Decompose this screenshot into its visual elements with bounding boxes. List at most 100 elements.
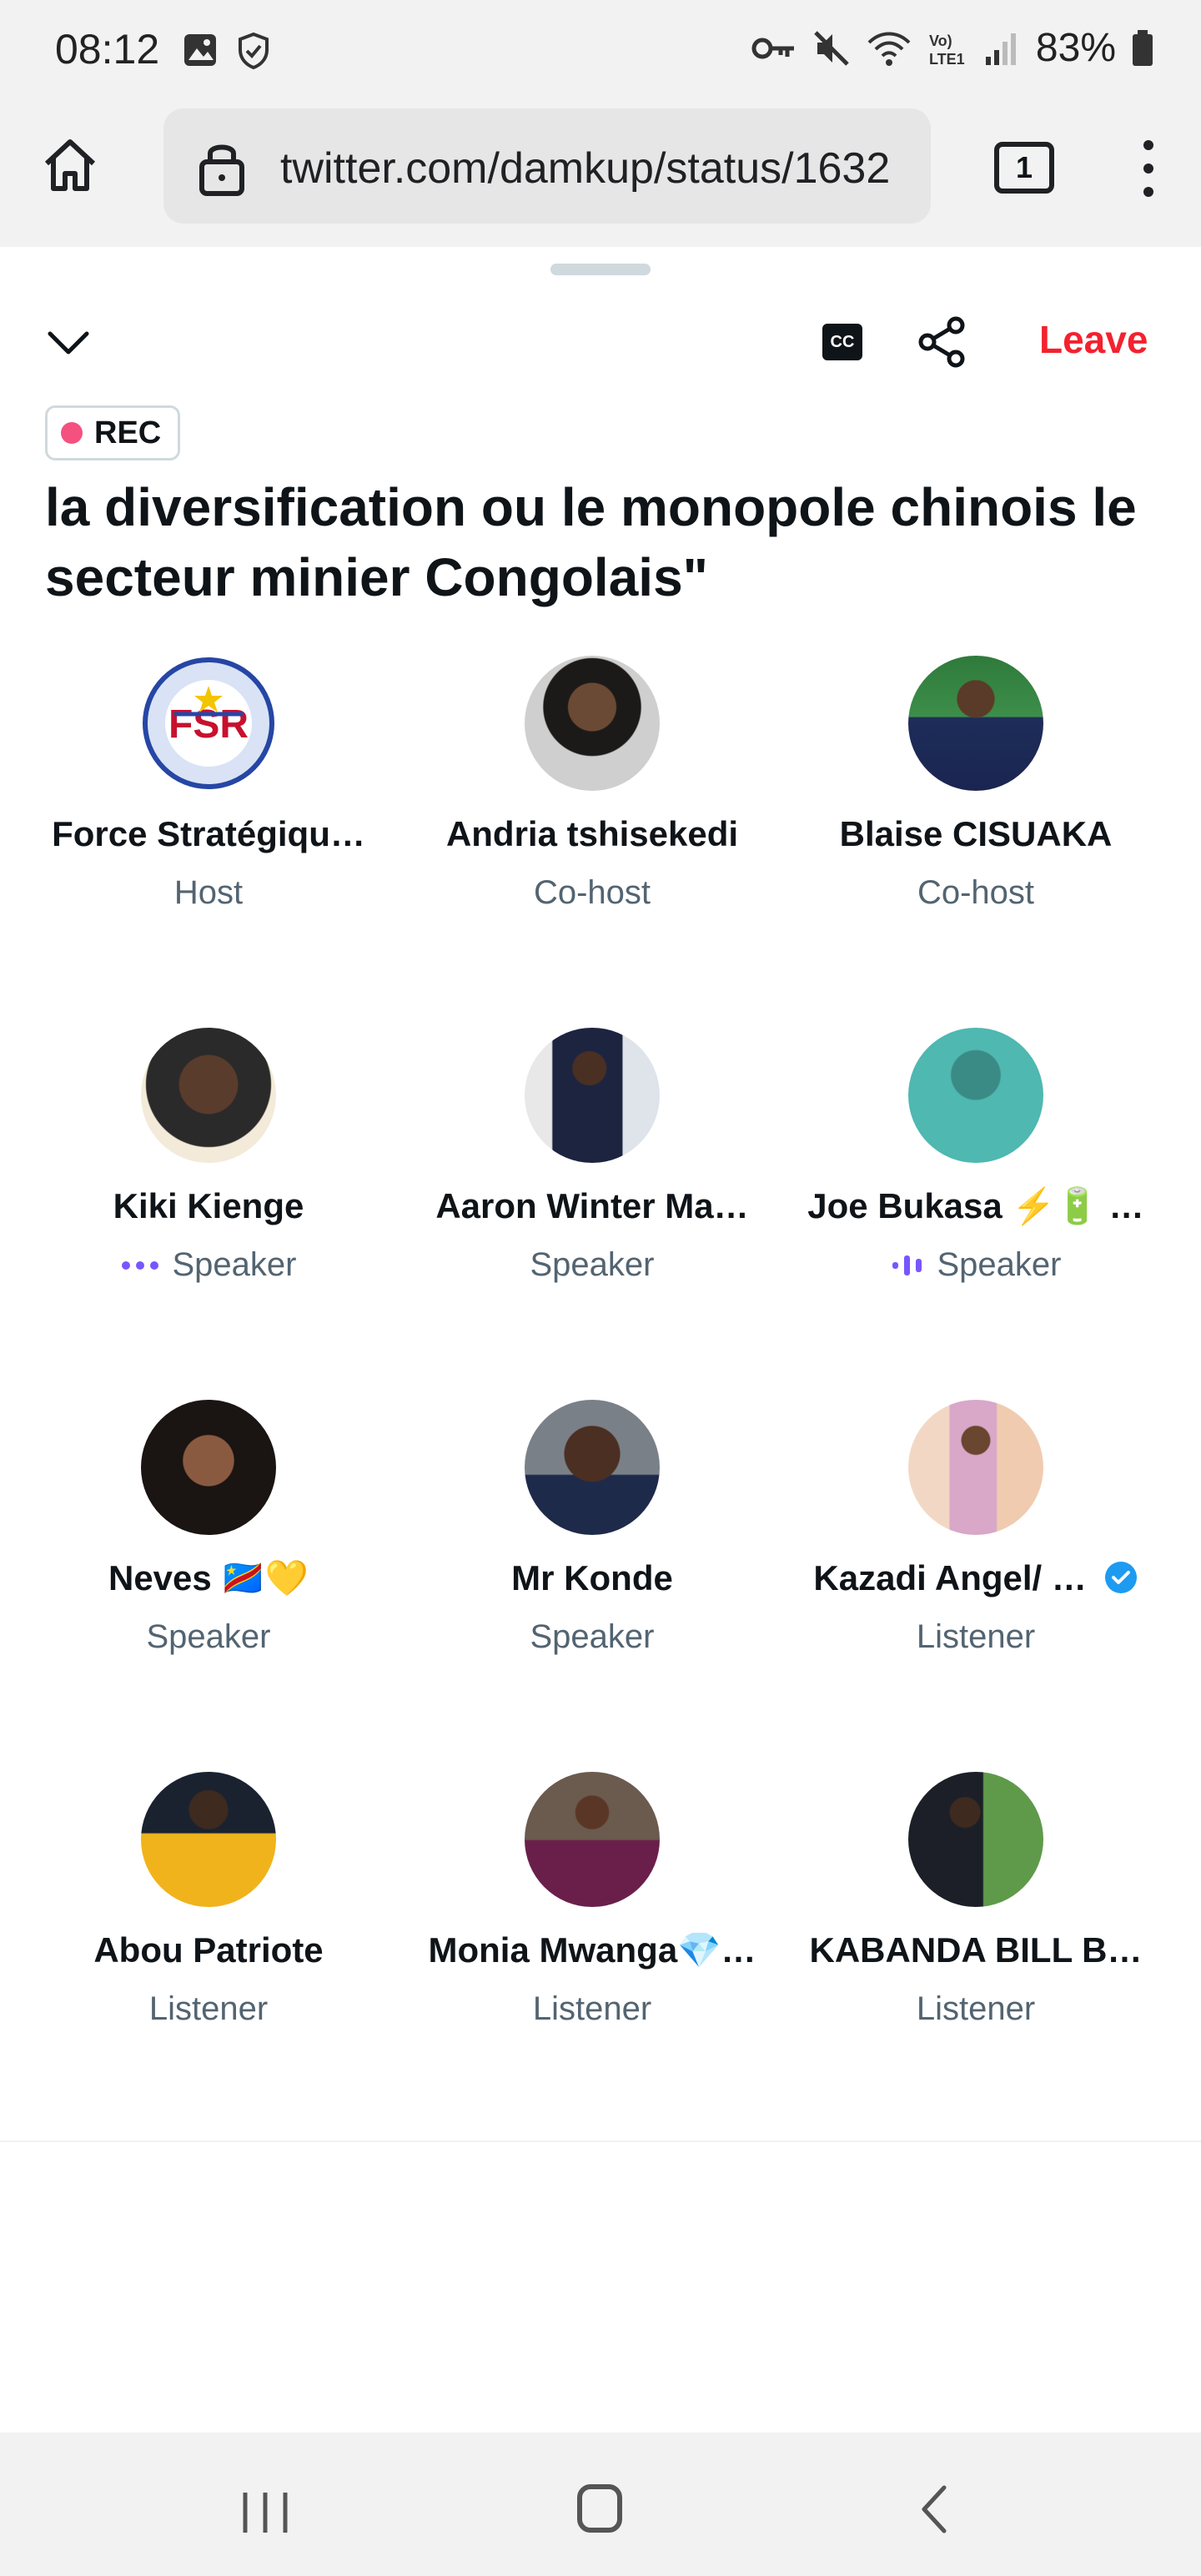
participant-card[interactable]: Kazadi Angel/ … Listener — [784, 1400, 1168, 1667]
collapse-chevron-icon[interactable] — [43, 317, 93, 367]
lte-icon: Vo) LTE1 — [929, 33, 965, 68]
status-notification-icons — [182, 32, 270, 70]
avatar — [141, 1772, 276, 1907]
participant-role: Listener — [784, 1990, 1168, 2028]
participant-name: Monia Mwanga💎… — [428, 1930, 756, 1970]
recording-dot-icon — [61, 422, 83, 444]
role-label: Listener — [916, 1990, 1036, 2027]
avatar: FSR — [141, 656, 276, 791]
wifi-icon — [867, 32, 911, 66]
battery-level: 83% — [1035, 26, 1116, 70]
battery-icon — [1133, 29, 1153, 66]
role-label: Co-host — [533, 874, 651, 911]
leave-button[interactable]: Leave — [1039, 317, 1148, 362]
mute-icon — [814, 30, 849, 66]
participant-card[interactable]: FSR Force Stratégiqu… Host — [17, 656, 400, 923]
speaking-bars-icon — [892, 1255, 922, 1275]
avatar — [908, 1400, 1043, 1535]
participant-name: Force Stratégiqu… — [52, 814, 365, 853]
avatar — [141, 1400, 276, 1535]
address-bar[interactable]: twitter.com/damkup/status/1632 — [163, 108, 931, 224]
svg-text:LTE1: LTE1 — [929, 51, 965, 68]
participant-role: Speaker — [17, 1618, 400, 1656]
participant-card[interactable]: Monia Mwanga💎… Listener — [400, 1772, 784, 2039]
role-label: Speaker — [530, 1246, 655, 1283]
svg-text:Vo): Vo) — [929, 33, 952, 49]
avatar — [908, 1028, 1043, 1163]
recent-apps-icon[interactable] — [240, 2491, 290, 2534]
shield-icon — [239, 32, 269, 70]
participant-role: Listener — [400, 1990, 784, 2028]
participant-role: Host — [17, 874, 400, 912]
participant-role: Speaker — [400, 1618, 784, 1656]
participant-name: Mr Konde — [511, 1558, 673, 1597]
role-label: Co-host — [917, 874, 1035, 911]
sheet-drag-handle[interactable] — [550, 264, 651, 275]
participant-name: Abou Patriote — [93, 1930, 324, 1970]
nav-home-button[interactable] — [577, 2484, 622, 2533]
home-icon — [44, 139, 96, 191]
captions-button[interactable]: CC — [822, 324, 862, 360]
back-icon[interactable] — [917, 2484, 951, 2534]
recording-label: REC — [94, 415, 162, 450]
participant-card[interactable]: Kiki Kienge Speaker — [17, 1028, 400, 1295]
participant-name: KABANDA BILL B… — [809, 1930, 1143, 1970]
participant-card[interactable]: Abou Patriote Listener — [17, 1772, 400, 2039]
participant-card[interactable]: Aaron Winter Ma… Speaker — [400, 1028, 784, 1295]
participant-card[interactable]: Mr Konde Speaker — [400, 1400, 784, 1667]
role-label: Listener — [532, 1990, 652, 2027]
participant-card[interactable]: Joe Bukasa ⚡🔋 … Speaker — [784, 1028, 1168, 1295]
participant-role: Speaker — [400, 1246, 784, 1284]
role-label: Speaker — [530, 1618, 655, 1655]
signal-icon — [985, 33, 1016, 65]
lock-icon — [199, 144, 244, 196]
avatar — [525, 1772, 660, 1907]
status-system-icons: Vo) LTE1 83% — [751, 25, 1154, 71]
key-icon — [751, 38, 794, 58]
svg-text:FSR: FSR — [168, 702, 249, 747]
avatar — [525, 656, 660, 791]
role-label: Listener — [148, 1990, 269, 2027]
role-label: Speaker — [172, 1246, 297, 1283]
participant-card[interactable]: Neves 🇨🇩💛 Speaker — [17, 1400, 400, 1667]
verified-badge-icon — [1104, 1562, 1137, 1593]
participant-name: Blaise CISUAKA — [839, 814, 1113, 853]
status-time: 08:12 — [55, 26, 160, 73]
url-text: twitter.com/damkup/status/1632 — [280, 144, 891, 193]
space-title: la diversification ou le monopole chinoi… — [45, 477, 1137, 607]
participant-name-text: Kazadi Angel/ … — [813, 1558, 1087, 1597]
browser-home-button[interactable] — [37, 132, 103, 199]
participant-card[interactable]: KABANDA BILL B… Listener — [784, 1772, 1168, 2039]
recording-badge: REC — [45, 405, 181, 460]
divider — [0, 2141, 1201, 2142]
speaking-dots-icon — [121, 1260, 158, 1270]
participant-role: Co-host — [400, 874, 784, 912]
gallery-icon — [184, 34, 216, 66]
role-label: Speaker — [937, 1246, 1062, 1283]
participant-role: Listener — [784, 1618, 1168, 1656]
tab-switcher-button[interactable]: 1 — [994, 142, 1054, 194]
avatar — [908, 1772, 1043, 1907]
role-label: Listener — [916, 1618, 1036, 1655]
participant-name: Andria tshisekedi — [445, 814, 739, 853]
participant-card[interactable]: Andria tshisekedi Co-host — [400, 656, 784, 923]
participant-role: Speaker — [784, 1246, 1168, 1284]
share-icon[interactable] — [916, 315, 969, 369]
participant-role: Co-host — [784, 874, 1168, 912]
avatar — [525, 1028, 660, 1163]
system-navigation-bar — [0, 2433, 1201, 2576]
browser-toolbar: twitter.com/damkup/status/1632 1 — [0, 100, 1201, 247]
avatar — [141, 1028, 276, 1163]
more-options-icon[interactable] — [1136, 137, 1161, 200]
avatar — [908, 656, 1043, 791]
space-sheet: CC Leave REC la diversification ou le mo… — [0, 247, 1201, 2433]
participant-card[interactable]: Blaise CISUAKA Co-host — [784, 656, 1168, 923]
role-label: Host — [173, 874, 244, 911]
participant-role: Speaker — [17, 1246, 400, 1284]
participant-name: Neves 🇨🇩💛 — [108, 1558, 309, 1597]
participant-name: Kazadi Angel/ … — [784, 1558, 1168, 1598]
participant-name: Joe Bukasa ⚡🔋 … — [807, 1186, 1144, 1225]
participant-name: Kiki Kienge — [113, 1186, 304, 1225]
status-bar: 08:12 Vo) LTE1 83% — [0, 0, 1201, 100]
role-label: Speaker — [146, 1618, 271, 1655]
